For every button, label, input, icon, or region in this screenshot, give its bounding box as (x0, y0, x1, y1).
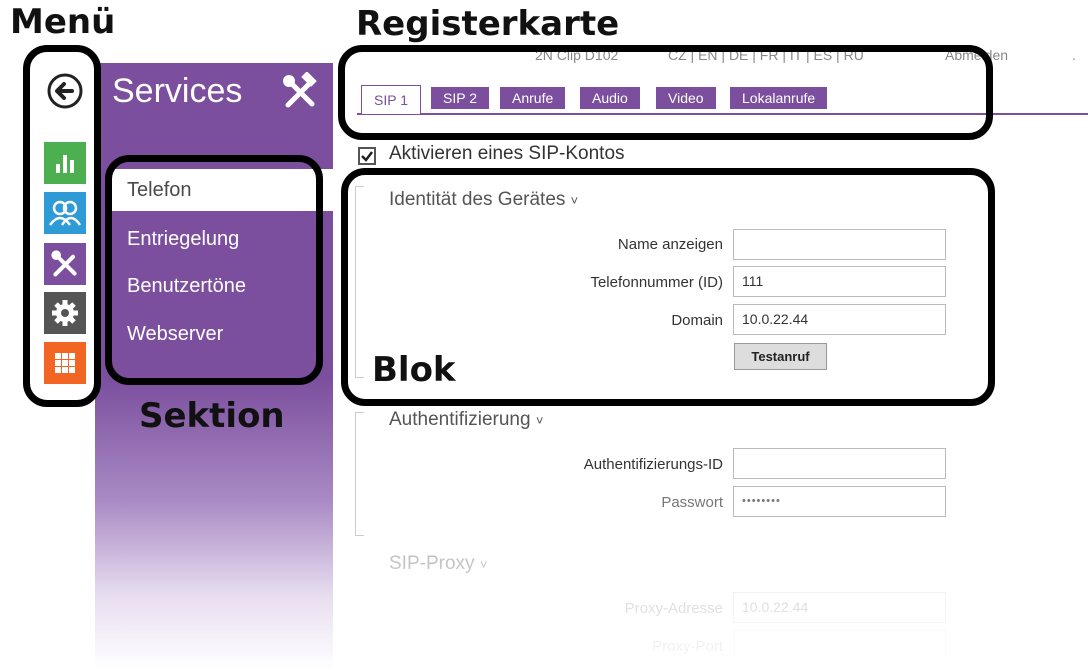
auth-block-frame (355, 412, 364, 536)
annotation-section-label: Sektion (139, 396, 285, 436)
tools-icon (283, 72, 317, 108)
proxy-block-title[interactable]: SIP-Proxy ˅ (389, 553, 487, 575)
proxy-address-label: Proxy-Adresse (624, 600, 723, 617)
annotation-section-frame (105, 155, 323, 385)
annotation-menu-label: Menü (10, 2, 116, 42)
auth-block-title[interactable]: Authentifizierung ˅ (389, 409, 543, 431)
sip-account-checkbox-label: Aktivieren eines SIP-Kontos (389, 143, 625, 164)
chevron-down-icon: ˅ (479, 557, 488, 572)
password-input[interactable]: •••••••• (733, 486, 946, 517)
password-label: Passwort (661, 494, 723, 511)
auth-id-input[interactable] (733, 448, 946, 479)
annotation-block-label: Blok (372, 350, 456, 390)
annotation-tab-label: Registerkarte (356, 4, 620, 44)
auth-title-text: Authentifizierung (389, 409, 531, 430)
auth-id-label: Authentifizierungs-ID (583, 456, 723, 473)
proxy-port-input[interactable] (733, 630, 946, 661)
proxy-address-input[interactable]: 10.0.22.44 (733, 592, 946, 623)
proxy-port-label: Proxy-Port (652, 638, 723, 655)
annotation-tab-frame (338, 45, 993, 140)
chevron-down-icon: ˅ (535, 413, 544, 428)
annotation-menu-frame (23, 45, 101, 407)
section-title: Services (112, 72, 243, 110)
header-dot: . (1072, 47, 1076, 63)
proxy-title-text: SIP-Proxy (389, 553, 475, 574)
sip-account-checkbox[interactable] (358, 147, 376, 165)
